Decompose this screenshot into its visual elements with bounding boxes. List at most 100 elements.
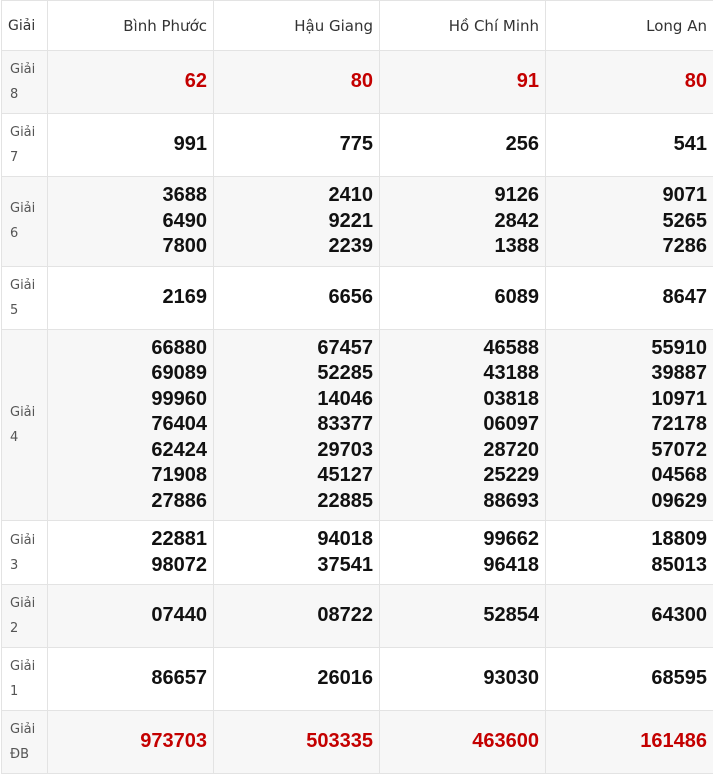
result-number: 04568 [552, 463, 707, 489]
prize-label-rank: 1 [10, 679, 41, 704]
prize-label: GiảiĐB [2, 711, 48, 774]
result-row-prize-6: Giải636886490780024109221223991262842138… [2, 177, 713, 267]
result-number: 69089 [54, 361, 207, 387]
result-cell-ho-chi-minh: 93030 [380, 648, 546, 711]
result-number: 62424 [54, 438, 207, 464]
prize-label-rank: 4 [10, 425, 41, 450]
result-cell-long-an: 1880985013 [546, 521, 713, 585]
result-cell-long-an: 68595 [546, 648, 713, 711]
result-number: 43188 [386, 361, 539, 387]
result-number: 83377 [220, 412, 373, 438]
result-number: 2410 [220, 183, 373, 209]
result-number: 98072 [54, 553, 207, 579]
result-cell-ho-chi-minh: 46588431880381806097287202522988693 [380, 329, 546, 521]
prize-label: Giải5 [2, 266, 48, 329]
results-body: Giải862809180Giải7991775256541Giải636886… [2, 51, 713, 774]
result-number: 503335 [220, 729, 373, 755]
result-number: 6089 [386, 285, 539, 311]
result-number: 88693 [386, 489, 539, 515]
result-number: 463600 [386, 729, 539, 755]
prize-label-word: Giải [10, 528, 41, 553]
result-cell-hau-giang: 6656 [214, 266, 380, 329]
result-number: 8647 [552, 285, 707, 311]
result-number: 67457 [220, 336, 373, 362]
result-number: 14046 [220, 387, 373, 413]
result-cell-ho-chi-minh: 9966296418 [380, 521, 546, 585]
result-number: 29703 [220, 438, 373, 464]
result-cell-long-an: 907152657286 [546, 177, 713, 267]
result-number: 57072 [552, 438, 707, 464]
result-number: 99960 [54, 387, 207, 413]
result-number: 91 [386, 69, 539, 95]
result-cell-hau-giang: 80 [214, 51, 380, 114]
result-cell-binh-phuoc: 66880690899996076404624247190827886 [48, 329, 214, 521]
result-cell-long-an: 541 [546, 114, 713, 177]
result-cell-ho-chi-minh: 52854 [380, 585, 546, 648]
result-number: 72178 [552, 412, 707, 438]
result-row-prize-5: Giải52169665660898647 [2, 266, 713, 329]
result-number: 161486 [552, 729, 707, 755]
result-cell-ho-chi-minh: 256 [380, 114, 546, 177]
result-number: 93030 [386, 666, 539, 692]
result-number: 6490 [54, 209, 207, 235]
result-number: 775 [220, 132, 373, 158]
result-row-prize-special: GiảiĐB973703 503335 463600 161486 [2, 711, 713, 774]
result-number: 45127 [220, 463, 373, 489]
prize-label-word: Giải [10, 273, 41, 298]
prize-label-rank: 7 [10, 145, 41, 170]
result-number: 5265 [552, 209, 707, 235]
result-number: 52285 [220, 361, 373, 387]
result-cell-hau-giang: 775 [214, 114, 380, 177]
result-cell-hau-giang: 9401837541 [214, 521, 380, 585]
result-number: 9071 [552, 183, 707, 209]
result-number: 2842 [386, 209, 539, 235]
result-cell-long-an: 55910398871097172178570720456809629 [546, 329, 713, 521]
result-cell-binh-phuoc: 86657 [48, 648, 214, 711]
result-cell-long-an: 64300 [546, 585, 713, 648]
result-number: 55910 [552, 336, 707, 362]
result-number: 03818 [386, 387, 539, 413]
prize-label-rank: 2 [10, 616, 41, 641]
result-number: 25229 [386, 463, 539, 489]
result-number: 973703 [54, 729, 207, 755]
prize-label-word: Giải [10, 400, 41, 425]
result-number: 9126 [386, 183, 539, 209]
result-number: 62 [54, 69, 207, 95]
result-number: 10971 [552, 387, 707, 413]
result-number: 85013 [552, 553, 707, 579]
result-number: 52854 [386, 603, 539, 629]
prize-label-word: Giải [10, 591, 41, 616]
header-province-binh-phuoc: Bình Phước [48, 1, 214, 51]
result-cell-ho-chi-minh: 91 [380, 51, 546, 114]
header-province-hau-giang: Hậu Giang [214, 1, 380, 51]
result-cell-ho-chi-minh: 6089 [380, 266, 546, 329]
result-cell-long-an: 80 [546, 51, 713, 114]
result-number: 46588 [386, 336, 539, 362]
prize-label-word: Giải [10, 654, 41, 679]
header-province-ho-chi-minh: Hồ Chí Minh [380, 1, 546, 51]
result-number: 7800 [54, 234, 207, 260]
result-number: 76404 [54, 412, 207, 438]
result-cell-binh-phuoc: 2288198072 [48, 521, 214, 585]
result-number: 3688 [54, 183, 207, 209]
table-header-row: Giải Bình Phước Hậu Giang Hồ Chí Minh Lo… [2, 1, 713, 51]
result-number: 68595 [552, 666, 707, 692]
result-number: 39887 [552, 361, 707, 387]
result-number: 256 [386, 132, 539, 158]
result-number: 71908 [54, 463, 207, 489]
header-prize: Giải [2, 1, 48, 51]
result-row-prize-1: Giải186657260169303068595 [2, 648, 713, 711]
result-cell-hau-giang: 503335 [214, 711, 380, 774]
result-number: 991 [54, 132, 207, 158]
result-cell-hau-giang: 241092212239 [214, 177, 380, 267]
result-number: 99662 [386, 527, 539, 553]
prize-label-rank: 3 [10, 553, 41, 578]
prize-label-word: Giải [10, 120, 41, 145]
result-number: 64300 [552, 603, 707, 629]
result-number: 27886 [54, 489, 207, 515]
prize-label: Giải3 [2, 521, 48, 585]
result-cell-hau-giang: 67457522851404683377297034512722885 [214, 329, 380, 521]
result-number: 9221 [220, 209, 373, 235]
prize-label-rank: ĐB [10, 742, 41, 767]
result-number: 1388 [386, 234, 539, 260]
